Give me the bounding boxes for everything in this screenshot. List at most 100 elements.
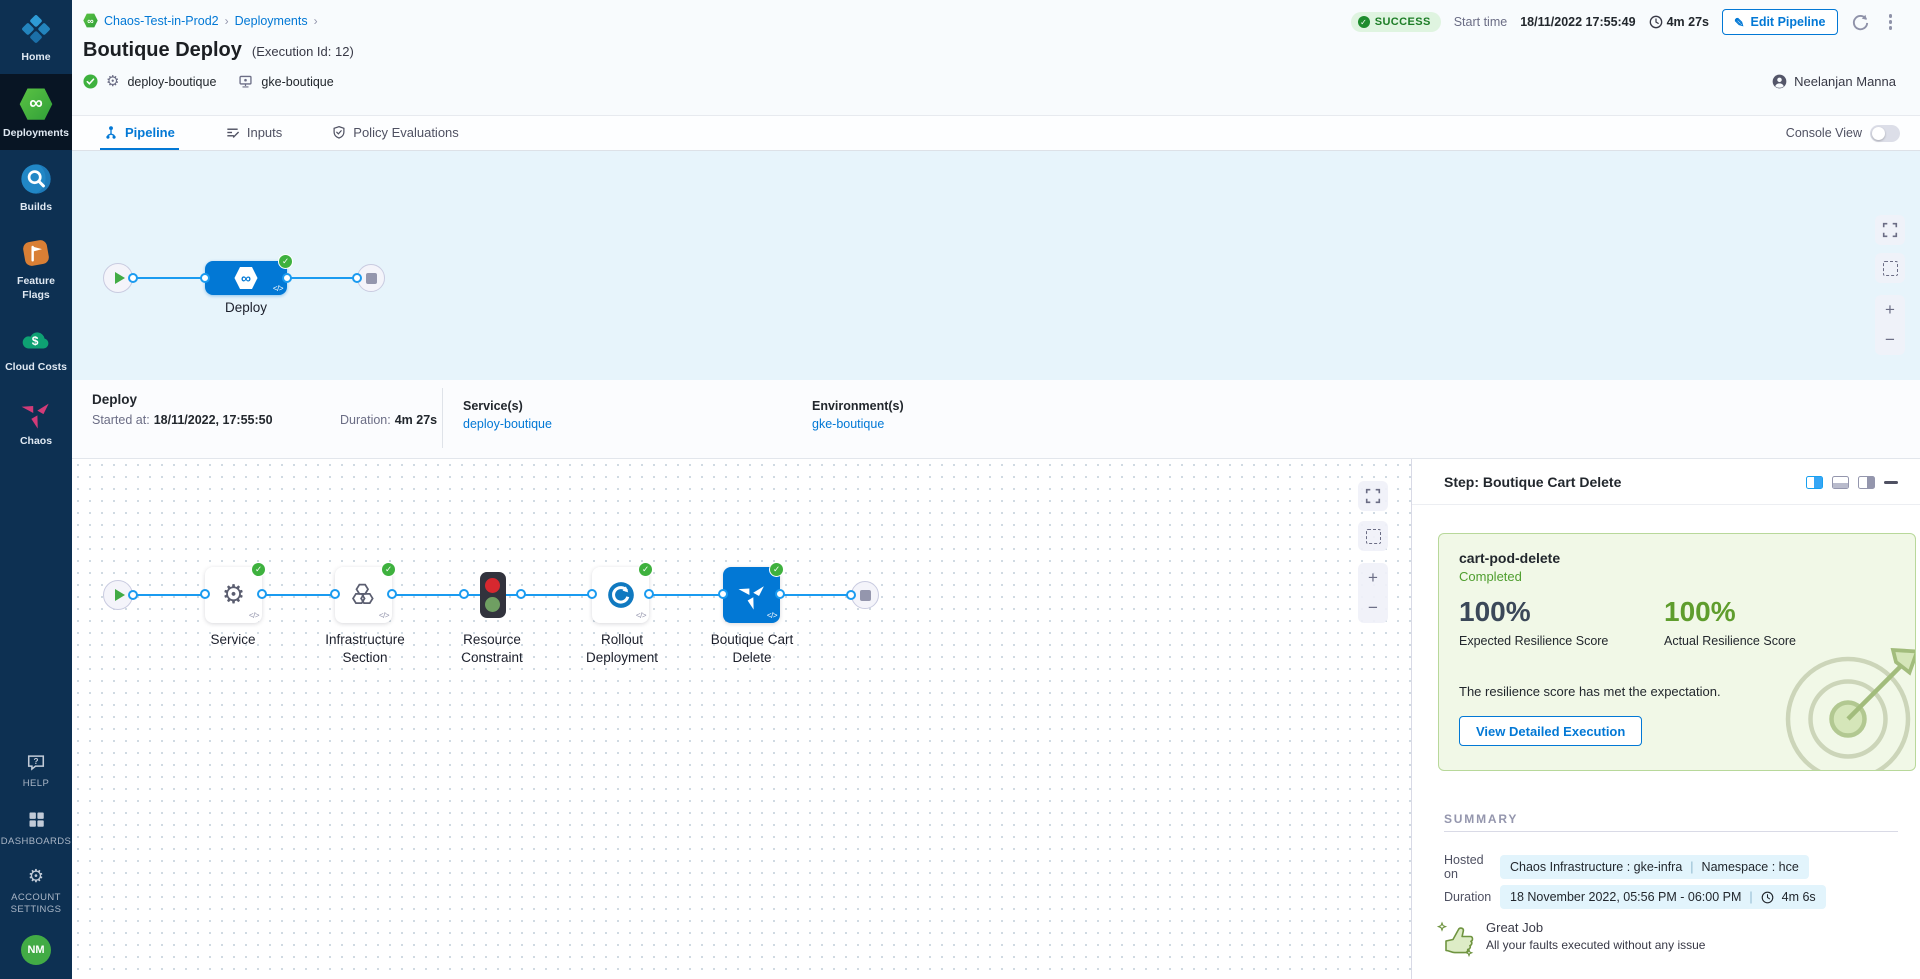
zoom-in-button[interactable]: + xyxy=(1358,563,1388,593)
layout-full-drawer-icon[interactable] xyxy=(1858,476,1875,489)
service-gear-icon: ⚙ xyxy=(106,74,119,89)
step-label[interactable]: Resource Constraint xyxy=(436,631,548,667)
success-check-icon xyxy=(251,562,266,577)
sidebar-nav: Home ∞ Deployments Builds Feature Flags … xyxy=(0,0,72,979)
console-view-toggle[interactable] xyxy=(1870,125,1900,142)
actual-score-label: Actual Resilience Score xyxy=(1664,634,1796,648)
sidebar-item-feature-flags[interactable]: Feature Flags xyxy=(0,224,72,311)
connector-port xyxy=(459,589,469,599)
user-menu[interactable]: Neelanjan Manna xyxy=(1772,74,1896,89)
status-badge: ✓ SUCCESS xyxy=(1351,12,1441,32)
gear-icon: ⚙ xyxy=(28,868,44,886)
started-at-label: Started at: xyxy=(92,413,150,427)
refresh-icon[interactable] xyxy=(1851,13,1870,32)
feature-flags-icon xyxy=(20,237,52,269)
sidebar-item-deployments[interactable]: ∞ Deployments xyxy=(0,74,72,150)
view-detailed-execution-button[interactable]: View Detailed Execution xyxy=(1459,716,1642,746)
zoom-out-button[interactable]: − xyxy=(1358,593,1388,623)
environment-link[interactable]: gke-boutique xyxy=(812,417,904,431)
stage-node-deploy[interactable]: ∞ </> xyxy=(205,261,287,295)
marquee-select-icon[interactable] xyxy=(1875,253,1905,283)
step-label[interactable]: Rollout Deployment xyxy=(566,631,678,667)
zoom-in-button[interactable]: + xyxy=(1875,295,1905,325)
connector-port xyxy=(387,589,397,599)
connector-port xyxy=(282,273,292,283)
start-time-value: 18/11/2022 17:55:49 xyxy=(1520,15,1635,29)
connector-port xyxy=(718,589,728,599)
sidebar-item-dashboards[interactable]: DASHBOARDS xyxy=(0,798,72,857)
connector-port xyxy=(330,589,340,599)
connector-port xyxy=(644,589,654,599)
sidebar-item-label: Deployments xyxy=(3,127,69,140)
console-view-label: Console View xyxy=(1786,126,1862,140)
breadcrumb-deployments-link[interactable]: Deployments xyxy=(235,14,308,28)
tab-pipeline[interactable]: Pipeline xyxy=(100,116,179,150)
started-at-value: 18/11/2022, 17:55:50 xyxy=(154,413,273,427)
sidebar-item-home[interactable]: Home xyxy=(0,0,72,74)
success-check-icon xyxy=(278,254,293,269)
page-header: ∞ Chaos-Test-in-Prod2 › Deployments › Bo… xyxy=(72,0,1920,115)
zoom-out-button[interactable]: − xyxy=(1875,325,1905,355)
connector-port xyxy=(587,589,597,599)
expected-score-label: Expected Resilience Score xyxy=(1459,634,1608,648)
fullscreen-icon[interactable] xyxy=(1358,481,1388,511)
home-icon xyxy=(20,13,52,45)
execution-id: (Execution Id: 12) xyxy=(252,44,354,59)
sidebar-item-label: DASHBOARDS xyxy=(1,836,72,848)
edit-pipeline-button[interactable]: ✎ Edit Pipeline xyxy=(1722,9,1838,35)
layout-bottom-drawer-icon[interactable] xyxy=(1832,476,1849,489)
yaml-code-badge: </> xyxy=(767,611,777,620)
exec-node-infrastructure[interactable]: </> xyxy=(335,567,392,623)
execution-canvas[interactable]: ⚙ </> </> xyxy=(72,459,1411,979)
success-check-icon xyxy=(638,562,653,577)
user-avatar[interactable]: NM xyxy=(21,935,51,965)
yaml-code-badge: </> xyxy=(273,284,283,293)
sidebar-item-builds[interactable]: Builds xyxy=(0,150,72,224)
tab-policy-evaluations[interactable]: Policy Evaluations xyxy=(328,116,463,150)
stage-label[interactable]: Deploy xyxy=(206,299,286,317)
exec-node-resource-constraint[interactable] xyxy=(464,567,521,623)
clock-icon xyxy=(1649,15,1663,29)
step-label[interactable]: Service xyxy=(177,631,289,649)
connector-port xyxy=(128,590,138,600)
summary-duration-label: Duration xyxy=(1444,890,1500,904)
environments-label: Environment(s) xyxy=(812,399,904,413)
namespace-value: Namespace : hce xyxy=(1702,860,1799,874)
breadcrumb-separator: › xyxy=(314,14,318,28)
stage-details-title: Deploy xyxy=(92,392,137,407)
exec-node-service[interactable]: ⚙ </> xyxy=(205,567,262,623)
service-gear-icon: ⚙ xyxy=(222,580,245,610)
hosted-on-label: Hosted on xyxy=(1444,853,1500,881)
breadcrumb: ∞ Chaos-Test-in-Prod2 › Deployments › xyxy=(83,13,318,28)
sidebar-item-label: Chaos xyxy=(20,435,52,448)
experiment-status: Completed xyxy=(1459,569,1522,584)
step-label[interactable]: Boutique Cart Delete xyxy=(696,631,808,667)
connector-port xyxy=(352,273,362,283)
zoom-controls: + − xyxy=(1358,563,1388,623)
experiment-name: cart-pod-delete xyxy=(1459,550,1560,566)
exec-node-rollout-deployment[interactable]: </> xyxy=(592,567,649,623)
sidebar-item-help[interactable]: ? HELP xyxy=(0,741,72,799)
connector-port xyxy=(200,589,210,599)
more-options-icon[interactable] xyxy=(1883,12,1899,32)
stage-pipeline-canvas[interactable]: ∞ </> Deploy + − xyxy=(72,151,1920,380)
layout-right-drawer-icon[interactable] xyxy=(1806,476,1823,489)
success-check-icon xyxy=(381,562,396,577)
sidebar-item-chaos[interactable]: Chaos xyxy=(0,384,72,458)
app-root: Home ∞ Deployments Builds Feature Flags … xyxy=(0,0,1920,979)
pipeline-icon xyxy=(104,125,118,140)
tab-inputs[interactable]: Inputs xyxy=(221,116,286,150)
marquee-select-icon[interactable] xyxy=(1358,521,1388,551)
exec-node-boutique-cart-delete[interactable]: </> xyxy=(723,567,780,623)
thumbs-up-illustration xyxy=(1436,917,1478,961)
service-link[interactable]: deploy-boutique xyxy=(463,417,552,431)
minimize-panel-icon[interactable] xyxy=(1884,481,1898,484)
fullscreen-icon[interactable] xyxy=(1875,215,1905,245)
breadcrumb-project-link[interactable]: Chaos-Test-in-Prod2 xyxy=(104,14,219,28)
step-label[interactable]: Infrastructure Section xyxy=(309,631,421,667)
sidebar-item-cloud-costs[interactable]: $ Cloud Costs xyxy=(0,312,72,384)
sidebar-item-label: ACCOUNT SETTINGS xyxy=(6,892,66,916)
step-details-panel: Step: Boutique Cart Delete cart-pod-dele… xyxy=(1411,459,1920,979)
resilience-message: The resilience score has met the expecta… xyxy=(1459,684,1721,699)
sidebar-item-account-settings[interactable]: ⚙ ACCOUNT SETTINGS xyxy=(0,857,72,925)
